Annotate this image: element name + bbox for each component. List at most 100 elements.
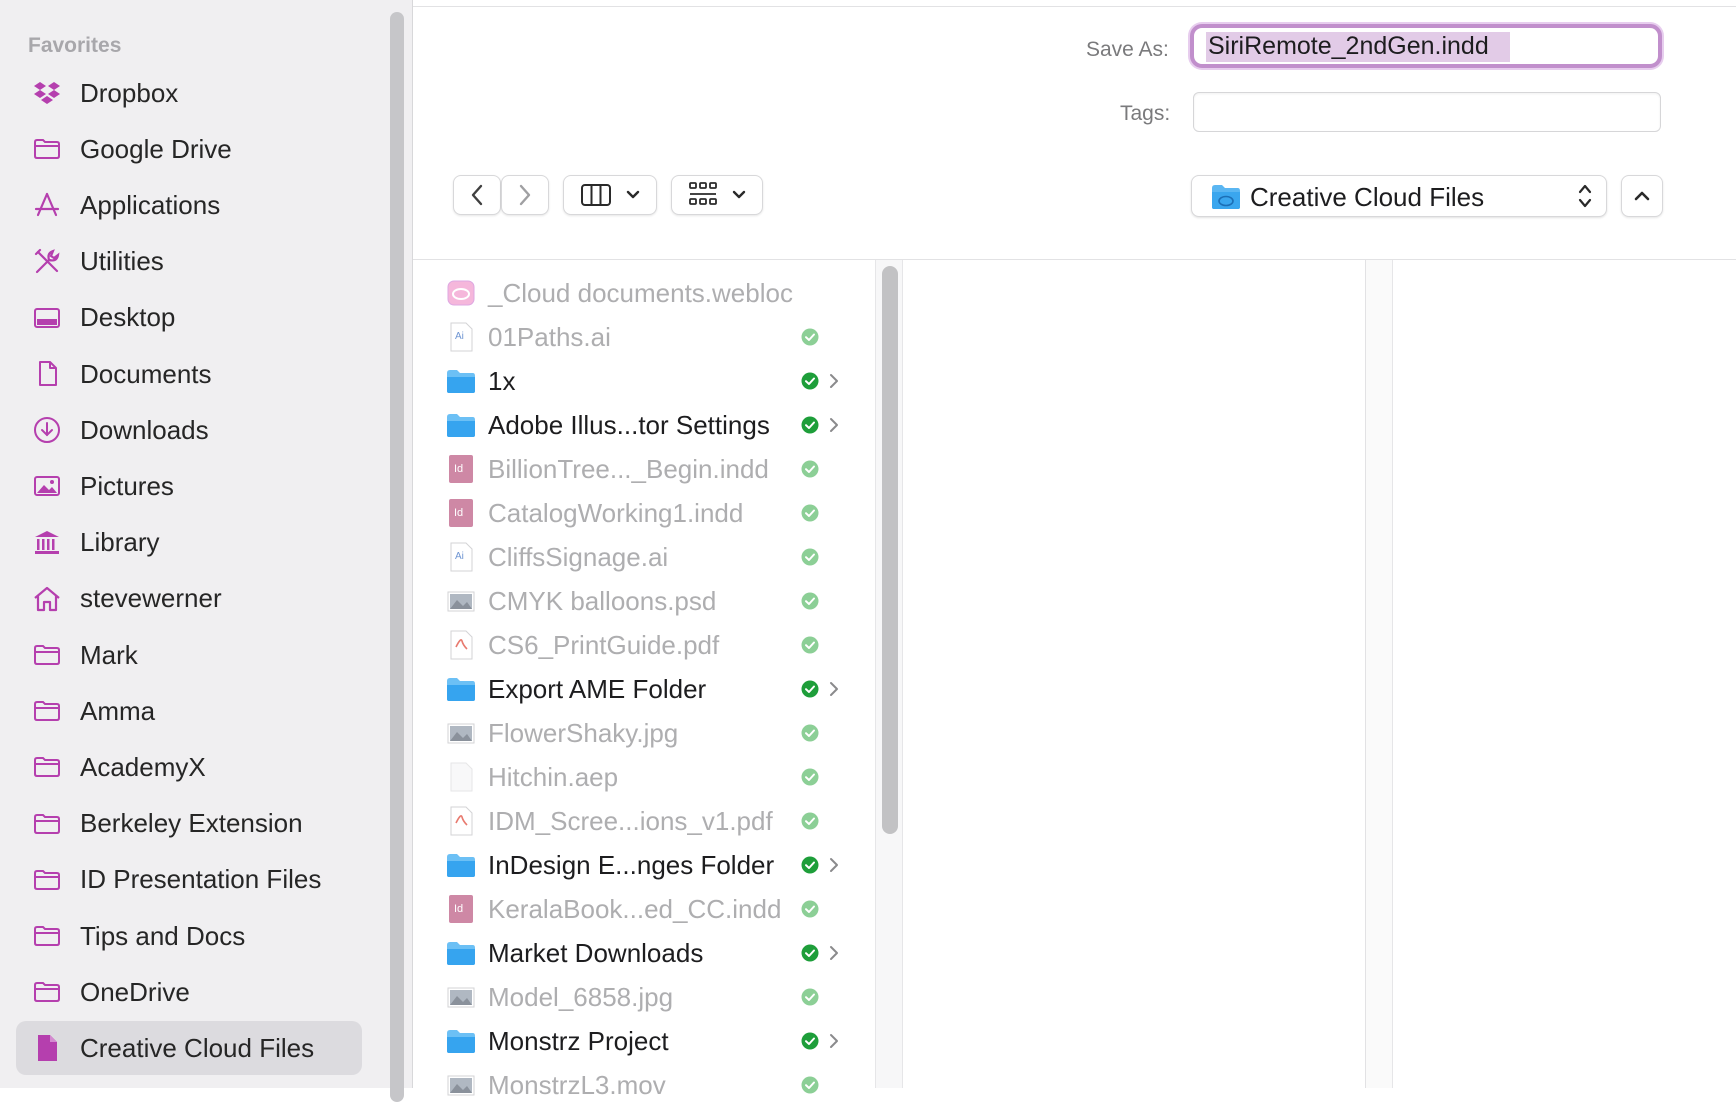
folder-icon — [31, 639, 63, 671]
location-popup[interactable]: Creative Cloud Files — [1191, 175, 1607, 217]
forward-button[interactable] — [501, 175, 549, 215]
save-as-input[interactable] — [1202, 31, 1654, 61]
file-row[interactable]: MonstrzL3.mov — [438, 1063, 858, 1107]
sidebar-item-amma[interactable]: Amma — [16, 684, 362, 738]
sidebar-item-applications[interactable]: Applications — [16, 178, 362, 232]
folder-icon — [446, 365, 476, 397]
chevron-up-icon — [1634, 191, 1650, 201]
folder-icon — [31, 808, 63, 840]
sidebar-item-id-presentation-files[interactable]: ID Presentation Files — [16, 853, 362, 907]
folder-row[interactable]: InDesign E...nges Folder — [438, 843, 858, 887]
file-row[interactable]: Id BillionTree..._Begin.indd — [438, 447, 858, 491]
sidebar-item-library[interactable]: Library — [16, 516, 362, 570]
image-file-icon — [446, 585, 476, 617]
file-row[interactable]: CMYK balloons.psd — [438, 579, 858, 623]
dropbox-icon — [31, 77, 63, 109]
sync-status-icon — [801, 504, 819, 522]
file-name: FlowerShaky.jpg — [488, 718, 679, 748]
chevron-right-icon — [828, 415, 840, 435]
folder-icon — [31, 920, 63, 952]
folder-icon — [31, 864, 63, 896]
svg-text:Ai: Ai — [455, 331, 464, 342]
sidebar-item-label: Tips and Docs — [80, 920, 246, 951]
sidebar-item-label: Applications — [80, 189, 221, 220]
file-row[interactable]: _Cloud documents.webloc — [438, 271, 858, 315]
sidebar-item-dropbox[interactable]: Dropbox — [16, 66, 362, 120]
chevron-right-icon — [828, 943, 840, 963]
folder-row[interactable]: Monstrz Project — [438, 1019, 858, 1063]
downloads-icon — [31, 414, 63, 446]
sidebar-item-label: OneDrive — [80, 976, 190, 1007]
file-row[interactable]: Hitchin.aep — [438, 755, 858, 799]
file-row[interactable]: Id KeralaBook...ed_CC.indd — [438, 887, 858, 931]
chevron-right-icon — [519, 184, 531, 206]
sidebar-item-stevewerner[interactable]: stevewerner — [16, 572, 362, 626]
sidebar: Favorites Dropbox Google Drive Application… — [0, 0, 412, 1102]
back-button[interactable] — [453, 175, 501, 215]
folder-row[interactable]: Adobe Illus...tor Settings — [438, 403, 858, 447]
pictures-icon — [31, 470, 63, 502]
sidebar-item-label: Library — [80, 527, 160, 558]
save-as-field[interactable] — [1190, 24, 1662, 68]
file-name: InDesign E...nges Folder — [488, 850, 775, 880]
file-name: Market Downloads — [488, 938, 704, 968]
file-row[interactable]: Ai 01Paths.ai — [438, 315, 858, 359]
chevron-down-icon — [732, 190, 746, 199]
sidebar-item-documents[interactable]: Documents — [16, 347, 362, 401]
sidebar-item-academyx[interactable]: AcademyX — [16, 740, 362, 794]
sidebar-item-berkeley-extension[interactable]: Berkeley Extension — [16, 797, 362, 851]
sync-status-icon — [801, 372, 819, 390]
folder-row[interactable]: 1x — [438, 359, 858, 403]
image-file-icon — [446, 717, 476, 749]
folder-icon — [31, 695, 63, 727]
file-row[interactable]: Ai CliffsSignage.ai — [438, 535, 858, 579]
sync-status-icon — [801, 944, 819, 962]
collapse-button[interactable] — [1621, 175, 1663, 217]
tags-field[interactable] — [1193, 92, 1661, 132]
sidebar-item-label: Mark — [80, 639, 138, 670]
desktop-icon — [31, 302, 63, 334]
file-name: MonstrzL3.mov — [488, 1070, 666, 1100]
file-row[interactable]: Id CatalogWorking1.indd — [438, 491, 858, 535]
illustrator-file-icon: Ai — [446, 541, 476, 573]
sidebar-item-google-drive[interactable]: Google Drive — [16, 122, 362, 176]
sidebar-item-label: Creative Cloud Files — [80, 1032, 315, 1063]
view-mode-button[interactable] — [563, 175, 657, 215]
file-list-scrollbar[interactable] — [882, 266, 898, 834]
chevron-right-icon — [828, 679, 840, 699]
file-name: Export AME Folder — [488, 674, 707, 704]
sidebar-item-pictures[interactable]: Pictures — [16, 459, 362, 513]
sidebar-item-desktop[interactable]: Desktop — [16, 291, 362, 345]
sidebar-item-label: AcademyX — [80, 751, 206, 782]
file-row[interactable]: IDM_Scree...ions_v1.pdf — [438, 799, 858, 843]
sidebar-scrollbar[interactable] — [390, 12, 404, 1102]
file-row[interactable]: Model_6858.jpg — [438, 975, 858, 1019]
document-icon — [31, 358, 63, 390]
file-name: 01Paths.ai — [488, 322, 611, 352]
folder-row[interactable]: Export AME Folder — [438, 667, 858, 711]
sidebar-item-label: Berkeley Extension — [80, 808, 303, 839]
sidebar-item-downloads[interactable]: Downloads — [16, 403, 362, 457]
file-name: Monstrz Project — [488, 1026, 669, 1056]
file-row[interactable]: FlowerShaky.jpg — [438, 711, 858, 755]
indesign-file-icon: Id — [446, 497, 476, 529]
file-name: CS6_PrintGuide.pdf — [488, 630, 720, 660]
indesign-file-icon: Id — [446, 453, 476, 485]
sidebar-item-creative-cloud-files[interactable]: Creative Cloud Files — [16, 1021, 362, 1076]
sidebar-item-label: Desktop — [80, 302, 176, 333]
group-by-button[interactable] — [671, 175, 763, 215]
image-file-icon — [446, 1069, 476, 1101]
image-file-icon — [446, 981, 476, 1013]
sidebar-item-tips-and-docs[interactable]: Tips and Docs — [16, 909, 362, 963]
sidebar-item-onedrive[interactable]: OneDrive — [16, 965, 362, 1019]
svg-text:Id: Id — [454, 903, 463, 915]
sidebar-item-label: Documents — [80, 358, 212, 389]
columns-view-icon — [581, 184, 611, 206]
column-divider — [1365, 260, 1366, 1088]
folder-row[interactable]: Market Downloads — [438, 931, 858, 975]
pdf-file-icon — [446, 629, 476, 661]
sidebar-item-mark[interactable]: Mark — [16, 628, 362, 682]
file-row[interactable]: CS6_PrintGuide.pdf — [438, 623, 858, 667]
sidebar-item-label: Downloads — [80, 414, 209, 445]
sidebar-item-utilities[interactable]: Utilities — [16, 235, 362, 289]
